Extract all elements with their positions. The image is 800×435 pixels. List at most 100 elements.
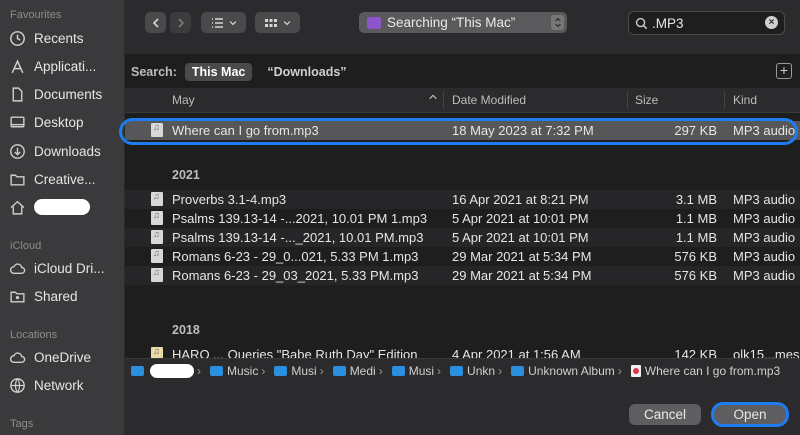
open-button-label: Open: [714, 405, 786, 424]
file-kind: MP3 audio: [733, 192, 796, 207]
redacted-username: [150, 364, 194, 378]
cancel-button[interactable]: Cancel: [629, 404, 701, 425]
table-row[interactable]: Where can I go from.mp3 18 May 2023 at 7…: [125, 121, 800, 140]
path-chevron-icon: ›: [261, 364, 266, 378]
file-date: 29 Mar 2021 at 5:34 PM: [452, 249, 592, 264]
file-kind: MP3 audio: [733, 123, 796, 138]
sidebar-item-label: OneDrive: [34, 349, 92, 365]
updown-chevron-icon: [551, 15, 564, 30]
cloud-icon: [8, 259, 26, 277]
toolbar: Searching “This Mac” .MP3 ×: [125, 0, 800, 54]
back-button[interactable]: [145, 12, 166, 33]
table-row[interactable]: HARO ... Queries "Babe Ruth Day" Edition…: [125, 345, 800, 358]
clear-search-icon[interactable]: ×: [765, 16, 778, 29]
path-segment-label: Unknown Album: [528, 364, 615, 378]
sort-chevron-icon: [428, 91, 438, 105]
folder-icon: [210, 366, 223, 376]
forward-button[interactable]: [170, 12, 191, 33]
folder-icon: [450, 366, 464, 376]
path-segment[interactable]: Medi: [327, 364, 376, 378]
open-button[interactable]: Open: [711, 402, 789, 427]
path-segment-label: Musi: [408, 364, 435, 378]
file-name: HARO ... Queries "Babe Ruth Day" Edition: [172, 347, 418, 358]
path-segment-root[interactable]: [125, 364, 194, 378]
file-date: 18 May 2023 at 7:32 PM: [452, 123, 594, 138]
folder-icon: [332, 366, 346, 376]
path-chevron-icon: ›: [319, 364, 324, 378]
path-segment-label: Unkn: [467, 364, 496, 378]
sidebar-item-downloads[interactable]: Downloads: [8, 140, 124, 162]
scope-label: Search:: [131, 65, 177, 79]
folder-icon: [8, 170, 26, 188]
dialog-footer: Cancel Open: [125, 383, 800, 435]
path-segment[interactable]: Musi: [268, 364, 317, 378]
path-segment[interactable]: Unkn: [444, 364, 495, 378]
list-icon: [211, 17, 223, 28]
table-row[interactable]: Psalms 139.13-14 -...2021, 10.01 PM 1.mp…: [125, 209, 800, 228]
path-segment-label: Medi: [349, 364, 376, 378]
audio-file-icon: [630, 365, 641, 377]
path-segment[interactable]: Unknown Album: [505, 364, 615, 378]
sidebar-item-recents[interactable]: Recents: [8, 27, 124, 49]
shared-folder-icon: [8, 287, 26, 305]
file-kind: MP3 audio: [733, 230, 796, 245]
view-gallery-button[interactable]: [255, 12, 300, 33]
path-segment-file[interactable]: Where can I go from.mp3: [625, 364, 780, 378]
path-chevron-icon: ›: [498, 364, 503, 378]
file-size: 142 KB: [674, 347, 717, 358]
cloud-icon: [8, 348, 26, 366]
sidebar-item-shared[interactable]: Shared: [8, 285, 124, 307]
path-segment-label: Music: [227, 364, 259, 378]
redacted-username: [34, 199, 90, 215]
sidebar-item-label: Creative...: [34, 171, 96, 187]
sidebar-item-network[interactable]: Network: [8, 374, 124, 396]
sidebar-section-icloud: iCloud: [10, 240, 42, 252]
scope-downloads[interactable]: “Downloads”: [260, 63, 353, 81]
column-name[interactable]: May: [172, 93, 195, 107]
path-segment[interactable]: Musi: [386, 364, 434, 378]
column-size[interactable]: Size: [635, 93, 658, 107]
column-divider[interactable]: [627, 92, 628, 108]
path-segment-label: Musi: [291, 364, 317, 378]
location-popup[interactable]: Searching “This Mac”: [359, 12, 567, 33]
column-divider[interactable]: [724, 92, 725, 108]
file-size: 297 KB: [674, 123, 717, 138]
search-field[interactable]: .MP3 ×: [628, 11, 785, 35]
file-kind: olk15...mess: [733, 347, 800, 358]
file-size: 1.1 MB: [675, 211, 717, 226]
audio-file-icon: [151, 122, 163, 137]
sidebar-item-applications[interactable]: Applicati...: [8, 55, 124, 77]
sidebar-item-desktop[interactable]: Desktop: [8, 111, 124, 133]
desktop-icon: [8, 113, 26, 131]
scope-this-mac[interactable]: This Mac: [184, 63, 253, 81]
table-row[interactable]: Psalms 139.13-14 -..._2021, 10.01 PM.mp3…: [125, 228, 800, 247]
column-date-modified[interactable]: Date Modified: [452, 93, 526, 107]
file-name: Psalms 139.13-14 -..._2021, 10.01 PM.mp3: [172, 230, 424, 245]
column-divider[interactable]: [443, 92, 444, 108]
file-size: 576 KB: [674, 249, 717, 264]
audio-file-icon: [151, 191, 163, 206]
document-icon: [8, 85, 26, 103]
view-list-button[interactable]: [201, 12, 246, 33]
sidebar-item-onedrive[interactable]: OneDrive: [8, 346, 124, 368]
add-criteria-button[interactable]: +: [776, 63, 792, 79]
sidebar-item-documents[interactable]: Documents: [8, 83, 124, 105]
path-segment[interactable]: Music: [204, 364, 258, 378]
file-kind: MP3 audio: [733, 211, 796, 226]
file-name: Proverbs 3.1-4.mp3: [172, 192, 287, 207]
file-date: 29 Mar 2021 at 5:34 PM: [452, 268, 592, 283]
table-row[interactable]: Romans 6-23 - 29_03_2021, 5.33 PM.mp3 29…: [125, 266, 800, 285]
table-row[interactable]: Proverbs 3.1-4.mp3 16 Apr 2021 at 8:21 P…: [125, 190, 800, 209]
file-kind: MP3 audio: [733, 249, 796, 264]
sidebar-item-creative[interactable]: Creative...: [8, 168, 124, 190]
sidebar-item-label: Applicati...: [34, 58, 97, 74]
column-kind[interactable]: Kind: [733, 93, 757, 107]
home-icon: [8, 198, 26, 216]
file-size: 3.1 MB: [675, 192, 717, 207]
column-header: May Date Modified Size Kind: [125, 88, 800, 113]
sidebar-item-home[interactable]: [8, 196, 124, 218]
search-input-value[interactable]: .MP3: [652, 16, 684, 31]
sidebar-item-icloud-drive[interactable]: iCloud Dri...: [8, 257, 124, 279]
table-row[interactable]: Romans 6-23 - 29_0...021, 5.33 PM 1.mp3 …: [125, 247, 800, 266]
download-icon: [8, 142, 26, 160]
